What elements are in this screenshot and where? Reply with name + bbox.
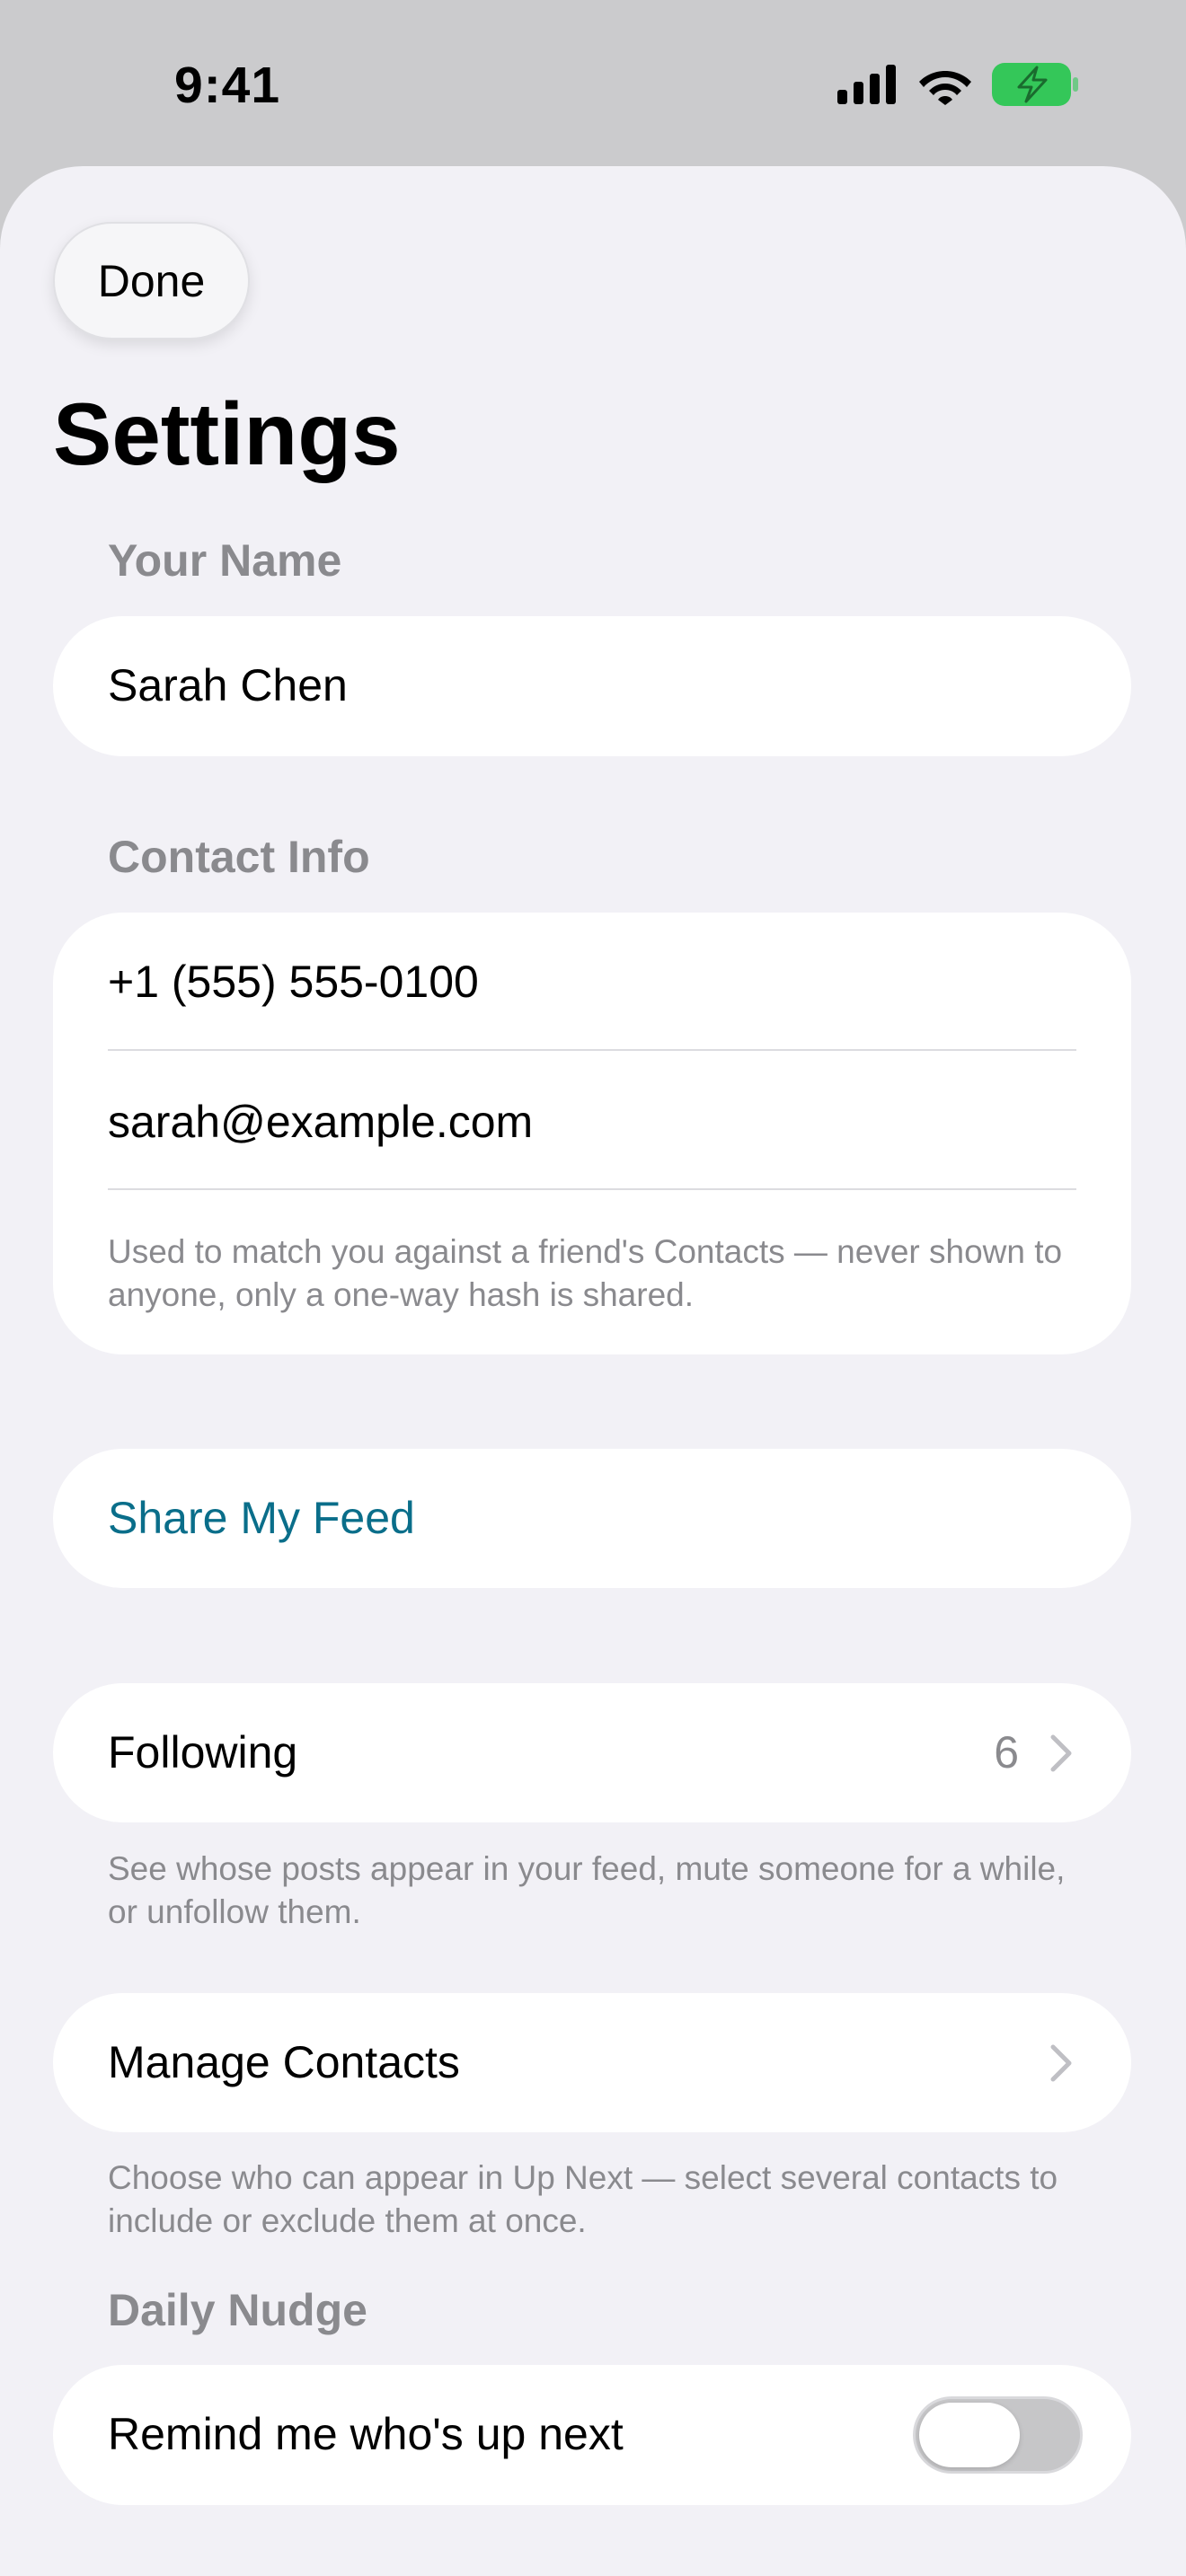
manage-contacts-label: Manage Contacts — [108, 2037, 460, 2087]
name-field[interactable]: Sarah Chen — [108, 659, 348, 711]
name-card: Sarah Chen — [53, 616, 1131, 756]
daily-nudge-card: Remind me who's up next — [53, 2365, 1131, 2505]
contact-info-note: Used to match you against a friend's Con… — [108, 1233, 1063, 1313]
following-label: Following — [108, 1727, 298, 1778]
status-time: 9:41 — [174, 57, 281, 114]
manage-contacts-note: Choose who can appear in Up Next — selec… — [108, 2159, 1058, 2239]
email-field[interactable]: sarah@example.com — [108, 1096, 533, 1148]
manage-contacts-row[interactable]: Manage Contacts — [53, 1993, 1131, 2132]
following-count: 6 — [994, 1727, 1019, 1778]
daily-nudge-label: Remind me who's up next — [108, 2409, 624, 2459]
phone-field[interactable]: +1 (555) 555-0100 — [108, 956, 479, 1008]
contact-info-card: +1 (555) 555-0100 sarah@example.com Used… — [53, 913, 1131, 1354]
chevron-right-icon — [1050, 1734, 1072, 1772]
toggle-knob — [919, 2403, 1020, 2467]
daily-nudge-toggle[interactable] — [913, 2396, 1083, 2474]
status-bar: 9:41 — [0, 0, 1186, 166]
following-row[interactable]: Following 6 — [53, 1683, 1131, 1822]
share-feed-card[interactable]: Share My Feed — [53, 1449, 1131, 1588]
following-note: See whose posts appear in your feed, mut… — [108, 1850, 1066, 1930]
section-header-contact-info: Contact Info — [108, 832, 370, 882]
wifi-icon — [919, 71, 971, 105]
page-title: Settings — [53, 384, 401, 483]
share-feed-button[interactable]: Share My Feed — [108, 1492, 415, 1544]
divider — [108, 1049, 1076, 1051]
cellular-signal-icon — [837, 65, 896, 104]
settings-sheet: Done Settings Your Name Sarah Chen Conta… — [0, 166, 1186, 2576]
done-button[interactable]: Done — [53, 222, 250, 340]
battery-charging-icon — [992, 63, 1078, 106]
section-header-your-name: Your Name — [108, 535, 342, 586]
divider — [108, 1188, 1076, 1190]
status-icons — [837, 63, 1078, 106]
section-header-daily-nudge: Daily Nudge — [108, 2285, 367, 2335]
chevron-right-icon — [1050, 2044, 1072, 2082]
